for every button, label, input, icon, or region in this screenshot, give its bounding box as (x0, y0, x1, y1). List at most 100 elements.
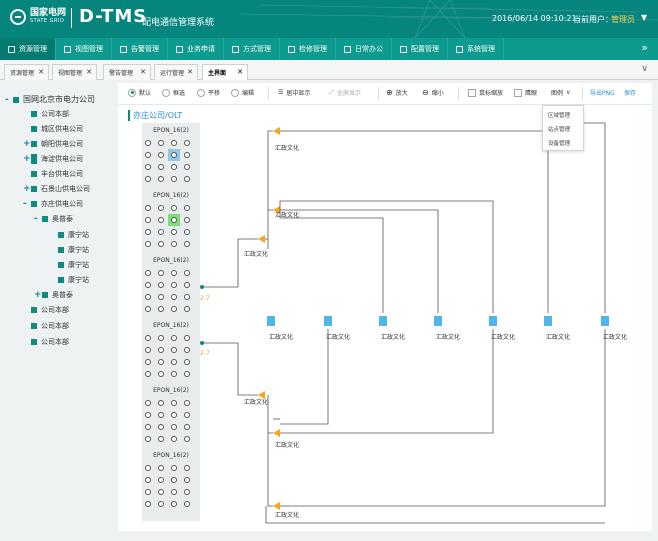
flame-icon (176, 45, 183, 53)
node-icon (42, 216, 48, 222)
person-icon (344, 45, 351, 53)
tree-node[interactable]: 公司本部 (23, 305, 69, 315)
tab-alarm[interactable]: 警告管理 ✕ (103, 64, 151, 80)
onu-node[interactable] (434, 316, 442, 326)
nav-item-request[interactable]: 业务申请 (168, 38, 224, 60)
tree-node[interactable]: 公司本部 (23, 109, 69, 119)
tree-node[interactable]: 丰台供电公司 (23, 169, 83, 179)
node-label: 汇政文化 (491, 333, 515, 341)
tree-node[interactable]: + 朝阳供电公司 (23, 139, 83, 149)
nav-item-system[interactable]: 系统管理 (448, 38, 504, 60)
onu-node[interactable] (267, 316, 275, 326)
node-icon (31, 186, 37, 192)
tree-toggle-icon[interactable]: + (23, 139, 31, 149)
node-label: 汇政文化 (275, 511, 299, 519)
tree-toggle-icon[interactable]: - (23, 199, 31, 209)
tree-node[interactable]: - 奥普泰 (34, 214, 73, 224)
tree-label: 奥普泰 (52, 291, 73, 299)
tree-label: 奥普泰 (52, 215, 73, 223)
swap-icon (232, 45, 239, 53)
tree-node[interactable]: - 国网北京市电力公司 (5, 94, 95, 105)
legend-menu-item[interactable]: 设备管理 (548, 139, 570, 147)
tree-node[interactable]: - 亦庄供电公司 (23, 199, 83, 209)
node-icon (31, 126, 37, 132)
tree-label: 康宁站 (68, 276, 89, 284)
tree-node[interactable]: 康宁站 (50, 230, 89, 240)
nav-item-resource[interactable]: 资源管理 (0, 38, 56, 60)
tree-node[interactable]: + 海淀供电公司 (23, 154, 83, 164)
tree-toggle-icon[interactable]: + (23, 184, 31, 194)
onu-node[interactable] (379, 316, 387, 326)
tree-node[interactable]: + 奥普泰 (34, 290, 73, 300)
arrow-icon (273, 429, 280, 437)
nav-item-maintenance[interactable]: 检修管理 (280, 38, 336, 60)
link-line (265, 506, 605, 524)
tree-node[interactable]: + 石景山供电公司 (23, 184, 90, 194)
node-label: 汇政文化 (275, 144, 299, 152)
node-icon (58, 247, 64, 253)
link-line (280, 209, 439, 313)
link-line (280, 130, 549, 313)
node-icon (31, 307, 37, 313)
nav-item-office[interactable]: 日常办公 (336, 38, 392, 60)
port-label: 2-7 (200, 350, 210, 357)
tree-node[interactable]: 城区供电公司 (23, 124, 83, 134)
nav-item-mode[interactable]: 方式管理 (224, 38, 280, 60)
node-icon (31, 141, 37, 147)
tree-toggle-icon[interactable]: + (23, 154, 31, 164)
tree-node[interactable]: 公司本部 (23, 337, 69, 347)
tab-main[interactable]: 主界面 ✕ (202, 64, 248, 80)
link-line (280, 329, 494, 434)
tree-node[interactable]: 康宁站 (50, 245, 89, 255)
node-label: 汇政文化 (326, 333, 350, 341)
double-chevron-right-icon[interactable]: » (641, 41, 648, 54)
tree-node[interactable]: 康宁站 (50, 260, 89, 270)
close-icon[interactable]: ✕ (237, 68, 243, 76)
close-icon[interactable]: ✕ (38, 68, 44, 76)
close-icon[interactable]: ✕ (86, 68, 92, 76)
node-icon (31, 201, 37, 207)
node-label: 汇政文化 (244, 250, 268, 258)
tree-label: 海淀供电公司 (41, 155, 83, 163)
onu-node[interactable] (544, 316, 552, 326)
nav-item-label: 配置管理 (411, 45, 439, 53)
tree-toggle-icon[interactable]: + (34, 290, 42, 300)
onu-node[interactable] (489, 316, 497, 326)
legend-menu-item[interactable]: 站点管理 (548, 125, 570, 133)
tab-label: 运行管理 (160, 70, 185, 77)
tree-toggle-icon[interactable]: - (34, 214, 42, 224)
link-line (265, 209, 273, 240)
node-icon (31, 111, 37, 117)
tree-label: 康宁站 (68, 261, 89, 269)
tree-label: 石景山供电公司 (41, 185, 90, 193)
close-icon[interactable]: ✕ (140, 68, 146, 76)
user-menu-caret-icon[interactable]: ▼ (641, 13, 647, 22)
tree-node[interactable]: 公司本部 (23, 321, 69, 331)
arrow-icon (258, 235, 265, 243)
node-icon (31, 339, 37, 345)
node-icon (31, 171, 37, 177)
tree-node[interactable]: 康宁站 (50, 275, 89, 285)
app-header: 国家电网 STATE GRID D-TMS 配电通信管理系统 2016/06/1… (0, 0, 658, 38)
app-subtitle: 配电通信管理系统 (142, 18, 215, 28)
tree-toggle-icon[interactable]: - (5, 95, 13, 105)
nav-item-config[interactable]: 配置管理 (392, 38, 448, 60)
tab-bar: 资源管理 ✕ 视图管理 ✕ 警告管理 ✕ 运行管理 ✕ 主界面 ✕ ∨ (0, 60, 658, 80)
tree-label: 康宁站 (68, 246, 89, 254)
onu-node[interactable] (601, 316, 609, 326)
link-line (267, 130, 273, 210)
state-grid-icon (10, 9, 26, 25)
tab-operation[interactable]: 运行管理 ✕ (154, 64, 198, 80)
current-user-name[interactable]: 管理员 (611, 14, 635, 25)
tab-resource[interactable]: 资源管理 ✕ (4, 64, 49, 80)
close-icon[interactable]: ✕ (187, 68, 193, 76)
nav-item-view[interactable]: 视图管理 (56, 38, 112, 60)
nav-item-label: 视图管理 (75, 45, 103, 53)
chevron-down-icon[interactable]: ∨ (641, 64, 648, 74)
onu-node[interactable] (324, 316, 332, 326)
legend-menu-item[interactable]: 区域管理 (548, 111, 570, 119)
tab-view[interactable]: 视图管理 ✕ (52, 64, 97, 80)
nav-item-alarm[interactable]: 告警管理 (112, 38, 168, 60)
arrow-icon (258, 391, 265, 399)
node-icon (13, 96, 19, 103)
